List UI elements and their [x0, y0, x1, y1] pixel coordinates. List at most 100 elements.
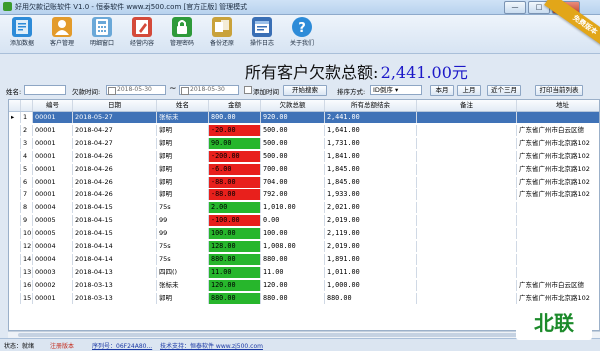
cell-name: 郭明: [157, 124, 209, 136]
cell-address: 广东省广州市北京路102: [517, 177, 599, 188]
header-address[interactable]: 地址: [517, 100, 599, 111]
cell-code: 00004: [33, 253, 73, 265]
cell-amount: 880.00: [209, 292, 261, 304]
cell-note: [417, 202, 517, 214]
cell-debt-total: 704.00: [261, 176, 325, 188]
cell-name: 郭明: [157, 137, 209, 149]
toolbar-label: 关于我们: [289, 40, 314, 47]
row-number: 10: [23, 228, 33, 240]
toolbar-backup-button[interactable]: 备份还原: [204, 16, 240, 52]
cell-debt-total: 792.00: [261, 189, 325, 201]
cell-code: 00005: [33, 228, 73, 240]
table-row[interactable]: 6 00001 2018-04-26 郭明 -88.00 704.00 1,845.00 广东…: [9, 176, 599, 188]
table-row[interactable]: ▸ 1 00001 2018-05-27 张标未 800.00 920.00 2,441.00: [9, 112, 599, 123]
support-link[interactable]: 技术支持：恒泰软件 www.zj500.com: [160, 341, 263, 350]
cell-address: [517, 241, 599, 252]
cell-name: 99: [157, 228, 209, 240]
horizontal-scrollbar[interactable]: [8, 331, 600, 338]
cell-all-total-balance: 1,641.00: [325, 124, 417, 136]
cell-all-total-balance: 1,011.00: [325, 266, 417, 278]
toolbar-business-content-button[interactable]: 经营内容: [124, 16, 160, 52]
row-number: 1: [21, 112, 33, 123]
sort-select[interactable]: ID倒序 ▾: [370, 85, 422, 95]
header-date[interactable]: 日期: [73, 100, 157, 111]
last-three-months-button[interactable]: 近个三月: [487, 85, 521, 96]
date-to-value: 2018-05-30: [190, 86, 225, 93]
header-all-total-balance[interactable]: 所有总额结余: [325, 100, 417, 111]
header-amount[interactable]: 金额: [209, 100, 261, 111]
table-row[interactable]: 15 00001 2018-03-13 郭明 880.00 880.00 880.00 广东省…: [9, 292, 599, 304]
table-row[interactable]: 5 00001 2018-04-26 郭明 -6.00 700.00 1,845.00 广东省…: [9, 163, 599, 175]
cell-debt-total: 880.00: [261, 253, 325, 265]
table-row[interactable]: 13 00003 2018-04-13 四四() 11.00 11.00 1,011.00: [9, 266, 599, 278]
sort-label: 排序方式:: [337, 88, 366, 96]
row-number: 6: [21, 176, 33, 188]
cell-debt-total: 1,008.00: [261, 241, 325, 252]
table-row[interactable]: 14 00004 2018-04-14 75s 880.00 880.00 1,891.00: [9, 253, 599, 265]
table-row[interactable]: 9 00005 2018-04-15 99 -100.00 0.00 2,019.00: [9, 215, 599, 227]
row-number: 13: [23, 266, 33, 278]
row-indicator: [9, 279, 21, 291]
date-to-picker[interactable]: 2018-05-30: [179, 85, 239, 95]
row-indicator: [9, 266, 21, 278]
header-note[interactable]: 备注: [417, 100, 517, 111]
last-month-button[interactable]: 上月: [457, 85, 481, 96]
row-indicator: [9, 215, 21, 227]
search-button[interactable]: 开始搜索: [283, 85, 327, 96]
header-name[interactable]: 姓名: [157, 100, 209, 111]
header-index: [21, 100, 33, 111]
cell-date: 2018-04-15: [73, 215, 157, 227]
minimize-button[interactable]: —: [504, 1, 526, 14]
table-row[interactable]: 2 00001 2018-04-27 郭明 -20.00 500.00 1,641.00 广东…: [9, 124, 599, 136]
toolbar-label: 添加数据: [9, 40, 34, 47]
table-row[interactable]: 7 00001 2018-04-26 郭明 -88.00 792.00 1,933.00 广东…: [9, 189, 599, 201]
cell-name: 99: [157, 215, 209, 227]
date-from-checkbox[interactable]: [108, 87, 116, 95]
header-code[interactable]: 编号: [33, 100, 73, 111]
row-indicator: [9, 163, 21, 175]
name-input[interactable]: [24, 85, 66, 95]
add-time-checkbox[interactable]: [244, 86, 252, 94]
table-row[interactable]: 12 00004 2018-04-14 75s 128.00 1,008.00 2,019.…: [9, 241, 599, 252]
row-indicator: [9, 189, 21, 201]
table-row[interactable]: 8 00004 2018-04-15 75s 2.00 1,010.00 2,021.00: [9, 202, 599, 214]
toolbar-about-button[interactable]: ? 关于我们: [284, 16, 320, 52]
cell-name: 郭明: [157, 176, 209, 188]
table-row[interactable]: 3 00001 2018-04-27 郭明 90.00 500.00 1,731.00 广东省…: [9, 137, 599, 149]
this-month-button[interactable]: 本月: [430, 85, 454, 96]
cell-address: 广东省广州市北京路102: [517, 138, 599, 149]
cell-all-total-balance: 2,021.00: [325, 202, 417, 214]
date-to-checkbox[interactable]: [181, 87, 189, 95]
cell-debt-total: 100.00: [261, 228, 325, 240]
date-from-picker[interactable]: 2018-05-30: [106, 85, 166, 95]
help-icon: ?: [292, 17, 312, 37]
toolbar-customer-button[interactable]: 客户管理: [44, 16, 80, 52]
date-from-value: 2018-05-30: [117, 86, 152, 93]
cell-code: 00001: [33, 163, 73, 175]
cell-address: 广东省广州市北京路102: [517, 151, 599, 162]
toolbar-detail-window-button[interactable]: 明细窗口: [84, 16, 120, 52]
table-row[interactable]: 10 00005 2018-04-15 99 100.00 100.00 2,119.00: [9, 228, 599, 240]
watermark-logo: 北联: [516, 306, 592, 340]
app-icon: [3, 2, 12, 11]
cell-note: [417, 137, 517, 149]
cell-amount: 90.00: [209, 137, 261, 149]
print-list-button[interactable]: 打印当前列表: [535, 85, 583, 96]
cell-all-total-balance: 1,000.00: [325, 279, 417, 291]
table-row[interactable]: 16 00002 2018-03-13 张标未 120.00 120.00 1,000.00…: [9, 279, 599, 291]
header-debt-total[interactable]: 欠款总额: [261, 100, 325, 111]
toolbar-password-button[interactable]: 管理密码: [164, 16, 200, 52]
cell-code: 00005: [33, 215, 73, 227]
cell-all-total-balance: 2,019.00: [325, 215, 417, 227]
cell-debt-total: 920.00: [261, 112, 325, 123]
total-debt-banner: 所有客户欠款总额: 2,441.00元: [245, 59, 585, 83]
calculator-icon: [92, 17, 112, 37]
row-indicator: [9, 228, 21, 240]
serial-number[interactable]: 序列号：06F24A80...: [92, 341, 152, 350]
log-icon: [252, 17, 272, 37]
toolbar-operation-log-button[interactable]: 操作日志: [244, 16, 280, 52]
table-row[interactable]: 4 00001 2018-04-26 郭明 -200.00 500.00 1,841.00 广…: [9, 150, 599, 162]
toolbar-add-data-button[interactable]: 添加数据: [4, 16, 40, 52]
scrollbar-thumb[interactable]: [18, 333, 558, 337]
add-data-icon: [12, 17, 32, 37]
